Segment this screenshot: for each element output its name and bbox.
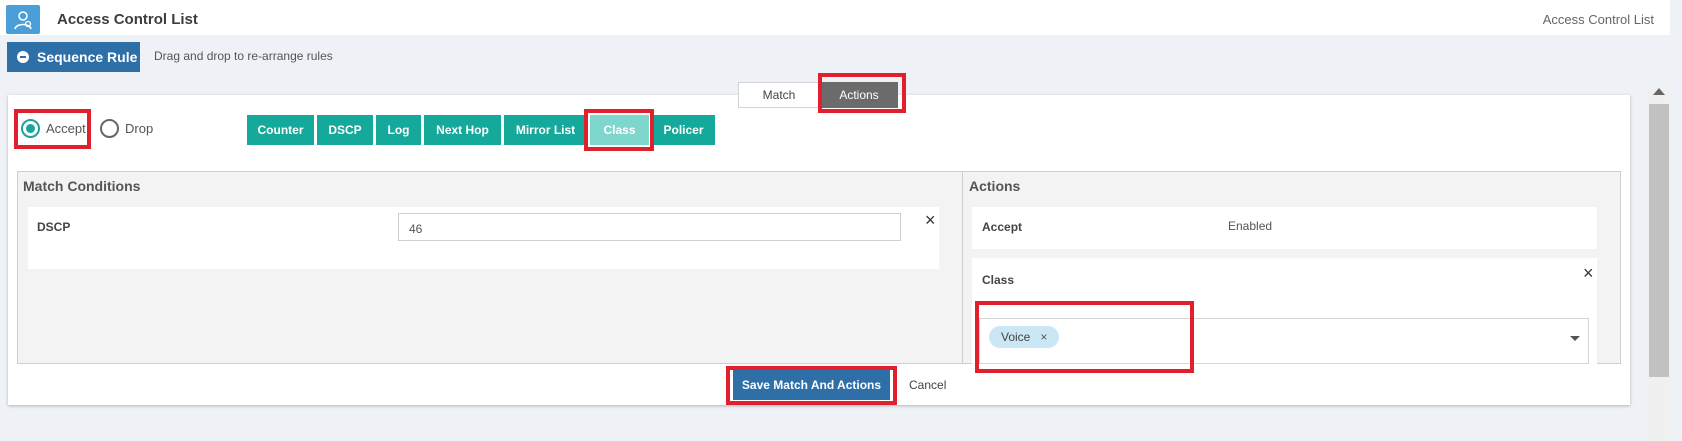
scrollbar-thumb[interactable] [1649,104,1669,377]
class-select[interactable]: Voice × [979,318,1589,364]
radio-checked-icon [21,119,40,138]
rule-tabs: Match Actions [738,82,898,108]
policer-button[interactable]: Policer [652,115,715,145]
top-bar: Access Control List Access Control List [0,0,1670,35]
drop-radio-label: Drop [125,121,154,136]
cancel-link[interactable]: Cancel [909,378,946,392]
chip-remove-icon[interactable]: × [1040,330,1047,344]
match-conditions-title: Match Conditions [23,178,141,194]
accept-action-value: Enabled [1228,219,1273,233]
breadcrumb: Access Control List [1542,12,1654,27]
page-title: Access Control List [57,11,198,28]
radio-unchecked-icon [100,119,119,138]
remove-dscp-close-icon[interactable]: × [925,211,936,229]
log-button[interactable]: Log [376,115,421,145]
chevron-down-icon[interactable] [1570,336,1580,341]
next-hop-button[interactable]: Next Hop [424,115,501,145]
class-action-label: Class [982,273,1015,287]
class-chip-label: Voice [1001,330,1031,344]
class-chip: Voice × [989,326,1060,348]
accept-action-card [972,207,1597,249]
remove-class-close-icon[interactable]: × [1583,264,1594,282]
counter-button[interactable]: Counter [247,115,314,145]
dscp-label: DSCP [37,220,71,234]
drag-hint: Drag and drop to re-arrange rules [154,49,333,63]
action-type-buttons: Counter DSCP Log Next Hop Mirror List Cl… [247,115,718,145]
scroll-up-arrow-icon[interactable] [1653,88,1665,95]
drop-radio[interactable]: Drop [100,119,153,138]
tab-match[interactable]: Match [738,82,820,108]
dscp-input[interactable]: 46 [398,213,901,241]
actions-title: Actions [969,178,1021,194]
minus-circle-icon [17,51,29,63]
save-match-and-actions-button[interactable]: Save Match And Actions [733,370,890,400]
mirror-list-button[interactable]: Mirror List [504,115,587,145]
accept-action-label: Accept [982,220,1023,234]
sequence-rule-button[interactable]: Sequence Rule [7,42,140,72]
tab-actions[interactable]: Actions [820,82,898,108]
class-button[interactable]: Class [590,115,649,145]
dscp-button[interactable]: DSCP [317,115,373,145]
accept-radio-label: Accept [46,121,86,136]
app-logo-icon [6,5,40,34]
accept-radio[interactable]: Accept [21,119,86,138]
sequence-rule-label: Sequence Rule [37,49,138,65]
